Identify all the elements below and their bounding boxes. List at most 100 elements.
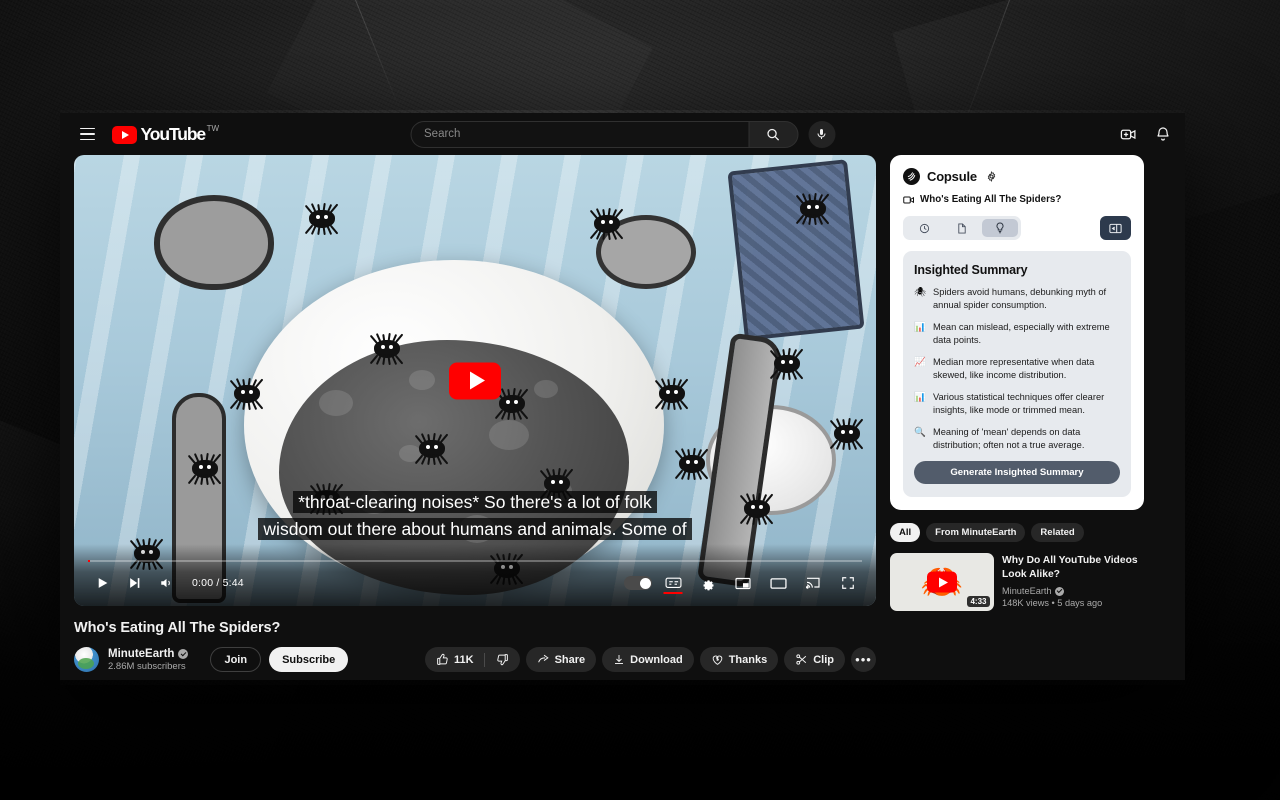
copsule-current-video-row: Who's Eating All The Spiders?: [903, 194, 1131, 205]
spider-graphic: [654, 377, 689, 411]
play-button[interactable]: [86, 568, 118, 598]
video-title: Who's Eating All The Spiders?: [74, 620, 281, 636]
create-video-icon[interactable]: [1120, 126, 1137, 143]
clip-button[interactable]: Clip: [784, 647, 845, 672]
dislike-button[interactable]: [485, 647, 520, 672]
recommendation-filter-chips: All From MinuteEarth Related: [890, 523, 1144, 542]
captions-active-indicator: [663, 591, 683, 594]
secondary-column: Copsule Who's Eating All The Spiders? In…: [890, 155, 1144, 672]
spider-graphic: [229, 377, 264, 411]
thanks-button[interactable]: Thanks: [699, 647, 779, 672]
video-meta-row: MinuteEarth 2.86M subscribers Join Subsc…: [74, 647, 876, 672]
bell-icon[interactable]: [1155, 126, 1171, 142]
captions-overlay: *throat-clearing noises* So there's a lo…: [74, 490, 876, 544]
download-icon: [615, 655, 624, 664]
voice-search-button[interactable]: [808, 120, 835, 148]
recommended-video-item[interactable]: 🦀 4:33 Why Do All YouTube Videos Look Al…: [890, 553, 1144, 611]
search-button[interactable]: [748, 120, 798, 148]
channel-name: MinuteEarth: [108, 647, 175, 660]
spider-graphic: [414, 432, 449, 466]
summary-title: Insighted Summary: [914, 263, 1028, 277]
tab-document[interactable]: [944, 219, 980, 237]
summary-bullet-text: Mean can mislead, especially with extrem…: [933, 322, 1110, 345]
thumbs-up-icon: [437, 653, 448, 665]
search-input-wrapper[interactable]: [410, 120, 748, 148]
summary-bullet: 📈 Median more representative when data s…: [914, 356, 1120, 382]
spider-emoji-icon: 🕷: [914, 287, 927, 298]
chip-from-channel[interactable]: From MinuteEarth: [926, 523, 1026, 542]
spider-graphic: [589, 207, 624, 241]
lightbulb-icon: [996, 222, 1004, 234]
search-icon: [767, 128, 780, 141]
summary-bullet: 📊 Mean can mislead, especially with extr…: [914, 321, 1120, 347]
theater-mode-button[interactable]: [762, 568, 794, 598]
recommended-video-info: Why Do All YouTube Videos Look Alike? Mi…: [1002, 553, 1144, 611]
settings-button[interactable]: [692, 568, 724, 598]
controls-row: 0:00 / 5:44: [86, 568, 864, 598]
spoon-graphic: [154, 195, 274, 290]
caption-line-1: *throat-clearing noises* So there's a lo…: [293, 491, 657, 513]
player-controls: 0:00 / 5:44: [74, 543, 876, 606]
recommended-channel-name: MinuteEarth: [1002, 586, 1052, 596]
panel-collapse-button[interactable]: [1100, 216, 1131, 240]
spider-graphic: [829, 417, 864, 451]
more-actions-button[interactable]: •••: [851, 647, 876, 672]
recommended-video-title: Why Do All YouTube Videos Look Alike?: [1002, 555, 1138, 580]
miniplayer-button[interactable]: [727, 568, 759, 598]
next-video-button[interactable]: [118, 568, 150, 598]
search-zone: [410, 120, 835, 148]
hamburger-menu-icon[interactable]: [70, 117, 104, 151]
search-box: [410, 120, 798, 148]
panel-collapse-icon: [1109, 223, 1122, 233]
generate-insighted-summary-button[interactable]: Generate Insighted Summary: [914, 461, 1120, 484]
cast-button[interactable]: [797, 568, 829, 598]
tab-insights[interactable]: [982, 219, 1018, 237]
gear-icon: [703, 579, 713, 590]
youtube-logo[interactable]: YouTube TW: [112, 124, 219, 144]
time-display: 0:00 / 5:44: [192, 577, 244, 589]
volume-button[interactable]: [150, 568, 182, 598]
autoplay-toggle[interactable]: [622, 568, 654, 598]
center-play-button[interactable]: [449, 362, 501, 399]
closed-captions-button[interactable]: [657, 568, 689, 598]
channel-avatar[interactable]: [74, 647, 99, 672]
clock-icon: [919, 223, 929, 233]
search-input[interactable]: [424, 128, 748, 140]
chip-all[interactable]: All: [890, 523, 921, 542]
tab-history[interactable]: [906, 219, 942, 237]
copsule-panel: Copsule Who's Eating All The Spiders? In…: [890, 155, 1144, 510]
copsule-logo-icon: [903, 168, 920, 185]
verified-badge-icon: [1054, 586, 1064, 596]
chip-related[interactable]: Related: [1031, 523, 1084, 542]
spider-graphic: [494, 387, 529, 421]
like-button[interactable]: 11K: [425, 647, 484, 672]
subscribe-button[interactable]: Subscribe: [269, 647, 349, 672]
thumbnail-play-overlay: [927, 571, 957, 593]
copsule-header: Copsule: [903, 168, 1131, 185]
theater-mode-icon: [769, 577, 787, 589]
share-button[interactable]: Share: [525, 647, 597, 672]
video-player[interactable]: *throat-clearing noises* So there's a lo…: [74, 155, 876, 606]
download-button[interactable]: Download: [602, 647, 694, 672]
fullscreen-button[interactable]: [832, 568, 864, 598]
magnifying-glass-emoji-icon: 🔍: [914, 427, 926, 438]
caption-line-2: wisdom out there about humans and animal…: [258, 518, 692, 540]
player-right-controls: [622, 568, 864, 598]
youtube-body: *throat-clearing noises* So there's a lo…: [60, 155, 1185, 672]
recommended-video-thumbnail[interactable]: 🦀 4:33: [890, 553, 994, 611]
thumbs-down-icon: [496, 654, 508, 666]
join-button[interactable]: Join: [210, 647, 262, 672]
recommended-video-stats: 148K views • 5 days ago: [1002, 598, 1103, 608]
fullscreen-icon: [842, 577, 854, 589]
next-video-icon: [129, 578, 139, 588]
video-camera-icon: [903, 196, 914, 203]
chart-increasing-emoji-icon: 📈: [914, 357, 926, 368]
progress-bar[interactable]: [88, 559, 862, 562]
thanks-label: Thanks: [728, 653, 768, 666]
play-icon: [98, 578, 107, 588]
copsule-settings-button[interactable]: [986, 171, 997, 182]
channel-block[interactable]: MinuteEarth 2.86M subscribers: [74, 647, 189, 672]
header-right-actions: [1120, 126, 1171, 143]
summary-bullet: 🔍 Meaning of 'mean' depends on data dist…: [914, 426, 1120, 452]
share-icon: [537, 654, 549, 663]
